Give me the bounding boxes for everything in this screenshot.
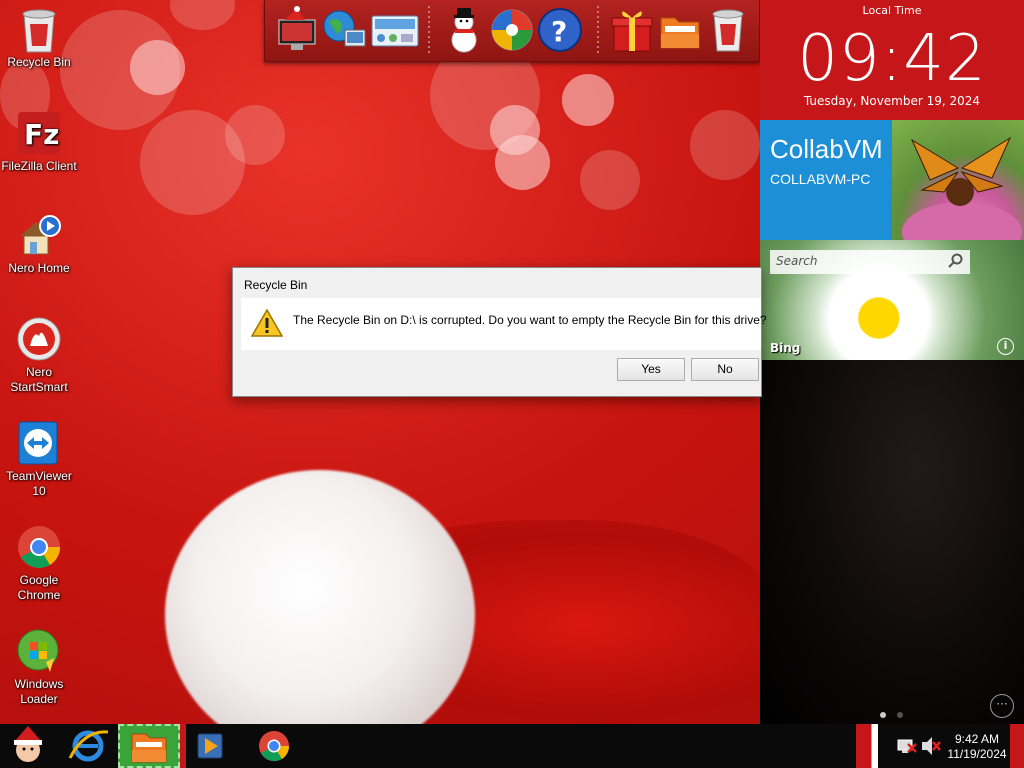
top-dock: ? [264, 0, 760, 62]
gift-icon[interactable] [609, 6, 655, 54]
show-hidden-icons-button[interactable] [856, 724, 878, 768]
side-panel: Local Time 09:42 Tuesday, November 19, 2… [760, 0, 1024, 724]
network-status-icon[interactable] [896, 724, 918, 768]
bing-search-input[interactable]: Search [770, 250, 970, 274]
page-dot-active[interactable] [880, 712, 886, 718]
butterfly-photo-tile[interactable] [892, 120, 1024, 240]
recycle-bin-full-icon [16, 6, 62, 53]
dialog-message: The Recycle Bin on D:\ is corrupted. Do … [293, 313, 767, 327]
desktop-icon-label: Google Chrome [17, 573, 61, 602]
desktop-icon-teamviewer[interactable]: TeamViewer 10 [0, 420, 78, 499]
nero-home-icon [16, 212, 62, 258]
desktop-icon-label: FileZilla Client [1, 159, 77, 173]
volume-muted-icon[interactable] [920, 724, 942, 768]
globe-network-icon[interactable] [321, 6, 367, 54]
desktop-icon-label: TeamViewer 10 [6, 469, 72, 498]
internet-explorer-icon[interactable] [64, 724, 112, 768]
teamviewer-icon [16, 420, 62, 466]
recycle-bin-icon[interactable] [705, 6, 751, 54]
help-icon[interactable]: ? [537, 6, 583, 54]
clock-time: 09:42 [797, 22, 987, 96]
desktop-icon-windows-loader[interactable]: Windows Loader [0, 628, 78, 707]
no-button[interactable]: No [691, 358, 759, 381]
show-desktop-button[interactable] [1010, 724, 1024, 768]
page-indicator [880, 703, 909, 722]
desktop-icon-label: Nero StartSmart [10, 365, 68, 394]
clock-date: Tuesday, November 19, 2024 [803, 94, 981, 108]
recycle-bin-dialog: Recycle Bin The Recycle Bin on D:\ is co… [232, 267, 767, 397]
tray-time: 9:42 AM [954, 732, 1000, 746]
bing-label: Bing [770, 341, 801, 355]
info-icon[interactable]: i [997, 338, 1014, 355]
bing-tile[interactable]: Search Bing i [760, 240, 1024, 360]
desktop-icon-recycle-bin[interactable]: Recycle Bin [0, 6, 78, 70]
desktop-icon-nero-home[interactable]: Nero Home [0, 212, 78, 276]
desktop-icon-label: Windows Loader [14, 677, 64, 706]
tray-date: 11/19/2024 [947, 747, 1007, 761]
nero-startsmart-icon [16, 316, 62, 362]
desktop-icon-label: Recycle Bin [7, 55, 71, 69]
tray-clock[interactable]: 9:42 AM 11/19/2024 [944, 732, 1010, 762]
snowman-icon[interactable] [441, 6, 487, 54]
collabvm-subtitle: COLLABVM-PC [770, 171, 871, 187]
search-icon[interactable] [948, 253, 964, 272]
collabvm-tile[interactable]: CollabVM COLLABVM-PC [760, 120, 892, 240]
yes-button[interactable]: Yes [617, 358, 685, 381]
search-placeholder: Search [776, 254, 818, 268]
desktop-icon-chrome[interactable]: Google Chrome [0, 524, 78, 603]
butterfly-icon [902, 136, 1022, 240]
page-dot[interactable] [897, 712, 904, 718]
svg-text:?: ? [551, 15, 567, 48]
chrome-taskbar-icon[interactable] [252, 724, 296, 768]
clock-label: Local Time [862, 4, 922, 17]
windows-media-icon[interactable] [489, 6, 535, 54]
santa-start-icon[interactable] [0, 724, 56, 768]
collabvm-title: CollabVM [770, 134, 883, 164]
more-options-icon[interactable]: ··· [990, 694, 1014, 718]
taskbar: 9:42 AM 11/19/2024 [0, 724, 1024, 768]
desktop-icon-filezilla[interactable]: Fz FileZilla Client [0, 110, 78, 174]
desktop-icon-nero-startsmart[interactable]: Nero StartSmart [0, 316, 78, 395]
chrome-icon [16, 524, 62, 570]
desktop-icon-label: Nero Home [8, 261, 70, 275]
control-panel-icon[interactable] [369, 6, 421, 54]
dark-photo-tile: ··· [760, 360, 1024, 724]
taskbar-divider [180, 724, 186, 768]
windows-loader-icon [16, 628, 62, 674]
dialog-title: Recycle Bin [244, 278, 308, 292]
svg-text:Fz: Fz [24, 118, 59, 151]
folder-icon[interactable] [657, 6, 703, 54]
filezilla-icon: Fz [16, 110, 62, 156]
warning-icon [250, 308, 284, 341]
santa-computer-icon[interactable] [275, 6, 321, 54]
dialog-body: The Recycle Bin on D:\ is corrupted. Do … [241, 298, 767, 350]
clock-widget: Local Time 09:42 Tuesday, November 19, 2… [760, 0, 1024, 120]
file-explorer-icon[interactable] [118, 724, 180, 768]
media-player-icon[interactable] [190, 724, 230, 768]
